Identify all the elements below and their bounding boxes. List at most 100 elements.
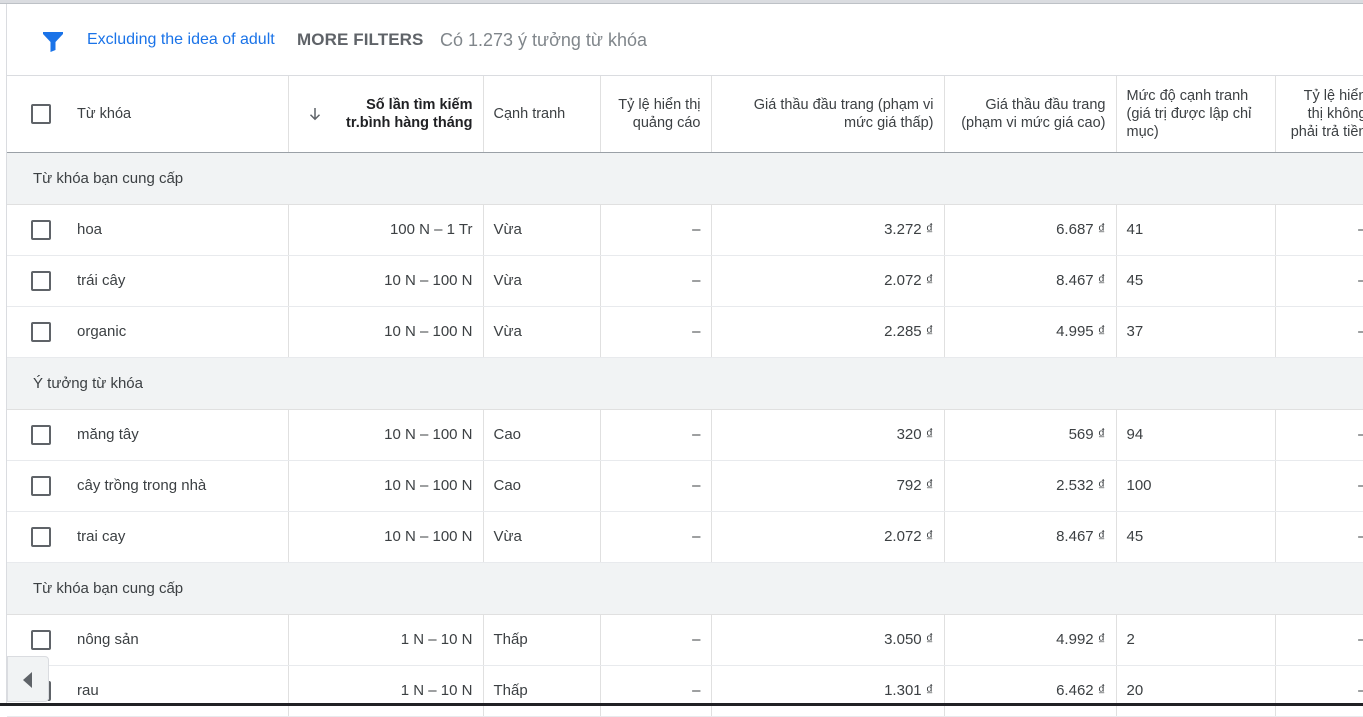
bid-high-cell: 6.462 ₫ (944, 665, 1117, 717)
impression-cell: – (600, 306, 712, 358)
group-header: Từ khóa bạn cung cấp (7, 562, 1363, 615)
bid-low-cell: 1.301 ₫ (711, 665, 945, 717)
keyword-table: Từ khóa Số lần tìm kiếm tr.bình hàng thá… (7, 76, 1363, 717)
bid-high-cell: 4.995 ₫ (944, 306, 1117, 358)
keyword-cell: nông sản (7, 614, 289, 666)
bid-high-cell: 6.687 ₫ (944, 204, 1117, 256)
keyword-cell: organic (7, 306, 289, 358)
group-label: Từ khóa bạn cung cấp (7, 152, 1363, 205)
group-label: Ý tưởng từ khóa (7, 357, 1363, 410)
organic-cell: – (1275, 511, 1363, 563)
table-row[interactable]: trai cay 10 N – 100 N Vừa – 2.072 ₫ 8.46… (7, 511, 1363, 563)
bid-high-cell: 8.467 ₫ (944, 255, 1117, 307)
row-checkbox[interactable] (31, 270, 51, 291)
select-all-checkbox[interactable] (31, 103, 51, 124)
bid-low-cell: 792 ₫ (711, 460, 945, 512)
table-row[interactable]: hoa 100 N – 1 Tr Vừa – 3.272 ₫ 6.687 ₫ 4… (7, 204, 1363, 256)
header-monthly-searches[interactable]: Số lần tìm kiếm tr.bình hàng tháng (288, 76, 484, 153)
competition-cell: Thấp (483, 614, 601, 666)
keyword-text: rau (77, 682, 99, 699)
impression-cell: – (600, 665, 712, 717)
competition-cell: Cao (483, 460, 601, 512)
searches-cell: 10 N – 100 N (288, 460, 484, 512)
table-row[interactable]: trái cây 10 N – 100 N Vừa – 2.072 ₫ 8.46… (7, 255, 1363, 307)
row-checkbox[interactable] (31, 321, 51, 342)
searches-cell: 10 N – 100 N (288, 306, 484, 358)
keyword-text: măng tây (77, 426, 139, 443)
more-filters-button[interactable]: MORE FILTERS (297, 30, 424, 50)
impression-cell: – (600, 511, 712, 563)
impression-cell: – (600, 460, 712, 512)
bid-low-cell: 3.272 ₫ (711, 204, 945, 256)
header-monthly-searches-label: Số lần tìm kiếm tr.bình hàng tháng (346, 96, 473, 131)
table-row[interactable]: organic 10 N – 100 N Vừa – 2.285 ₫ 4.995… (7, 306, 1363, 358)
keyword-cell: trái cây (7, 255, 289, 307)
header-bid-high[interactable]: Giá thầu đầu trang (phạm vi mức giá cao) (944, 76, 1117, 153)
table-row[interactable]: cây trồng trong nhà 10 N – 100 N Cao – 7… (7, 460, 1363, 512)
keyword-cell: hoa (7, 204, 289, 256)
index-cell: 37 (1116, 306, 1276, 358)
searches-cell: 1 N – 10 N (288, 665, 484, 717)
competition-cell: Vừa (483, 306, 601, 358)
index-cell: 20 (1116, 665, 1276, 717)
header-keyword-label[interactable]: Từ khóa (77, 106, 131, 122)
impression-cell: – (600, 204, 712, 256)
header-keyword: Từ khóa (7, 76, 289, 153)
row-checkbox[interactable] (31, 219, 51, 240)
searches-cell: 1 N – 10 N (288, 614, 484, 666)
keyword-cell: cây trồng trong nhà (7, 460, 289, 512)
competition-cell: Vừa (483, 255, 601, 307)
keyword-idea-count: Có 1.273 ý tưởng từ khóa (440, 30, 648, 50)
index-cell: 100 (1116, 460, 1276, 512)
header-competition-index[interactable]: Mức độ cạnh tranh (giá trị được lập chỉ … (1116, 76, 1276, 153)
row-checkbox[interactable] (31, 424, 51, 445)
organic-cell: – (1275, 204, 1363, 256)
competition-cell: Vừa (483, 511, 601, 563)
keyword-cell: trai cay (7, 511, 289, 563)
competition-cell: Thấp (483, 665, 601, 717)
adult-exclusion-filter[interactable]: Excluding the idea of adult (87, 30, 275, 50)
searches-cell: 10 N – 100 N (288, 255, 484, 307)
table-row[interactable]: nông sản 1 N – 10 N Thấp – 3.050 ₫ 4.992… (7, 614, 1363, 666)
keyword-text: trái cây (77, 272, 126, 289)
searches-cell: 10 N – 100 N (288, 409, 484, 461)
bid-low-cell: 2.072 ₫ (711, 511, 945, 563)
keyword-text: hoa (77, 221, 103, 238)
filter-bar: Excluding the idea of adult MORE FILTERS… (7, 4, 1363, 76)
row-checkbox[interactable] (31, 526, 51, 547)
bid-high-cell: 4.992 ₫ (944, 614, 1117, 666)
organic-cell: – (1275, 255, 1363, 307)
header-competition[interactable]: Cạnh tranh (483, 76, 601, 153)
bid-low-cell: 2.285 ₫ (711, 306, 945, 358)
table-row[interactable]: rau 1 N – 10 N Thấp – 1.301 ₫ 6.462 ₫ 20… (7, 665, 1363, 717)
impression-cell: – (600, 255, 712, 307)
header-bid-low[interactable]: Giá thầu đầu trang (phạm vi mức giá thấp… (711, 76, 945, 153)
organic-cell: – (1275, 409, 1363, 461)
table-header-row: Từ khóa Số lần tìm kiếm tr.bình hàng thá… (7, 76, 1363, 153)
keyword-text: organic (77, 323, 127, 340)
keyword-cell: rau (7, 665, 289, 717)
searches-cell: 100 N – 1 Tr (288, 204, 484, 256)
header-impression-share[interactable]: Tỷ lệ hiển thị quảng cáo (600, 76, 712, 153)
keyword-text: trai cay (77, 528, 126, 545)
index-cell: 45 (1116, 511, 1276, 563)
table-row[interactable]: măng tây 10 N – 100 N Cao – 320 ₫ 569 ₫ … (7, 409, 1363, 461)
row-checkbox[interactable] (31, 629, 51, 650)
keyword-text: nông sản (77, 631, 139, 648)
keyword-text: cây trồng trong nhà (77, 477, 207, 494)
filter-icon[interactable] (41, 29, 65, 53)
competition-cell: Vừa (483, 204, 601, 256)
keyword-cell: măng tây (7, 409, 289, 461)
arrow-down-icon[interactable] (306, 105, 324, 123)
header-organic-share[interactable]: Tỷ lệ hiển thị không phải trả tiền (1275, 76, 1363, 153)
searches-cell: 10 N – 100 N (288, 511, 484, 563)
row-checkbox[interactable] (31, 475, 51, 496)
bid-high-cell: 2.532 ₫ (944, 460, 1117, 512)
index-cell: 94 (1116, 409, 1276, 461)
chevron-left-icon (23, 672, 32, 688)
organic-cell: – (1275, 460, 1363, 512)
group-label: Từ khóa bạn cung cấp (7, 562, 1363, 615)
scroll-left-button[interactable] (7, 656, 49, 702)
organic-cell: – (1275, 614, 1363, 666)
competition-cell: Cao (483, 409, 601, 461)
